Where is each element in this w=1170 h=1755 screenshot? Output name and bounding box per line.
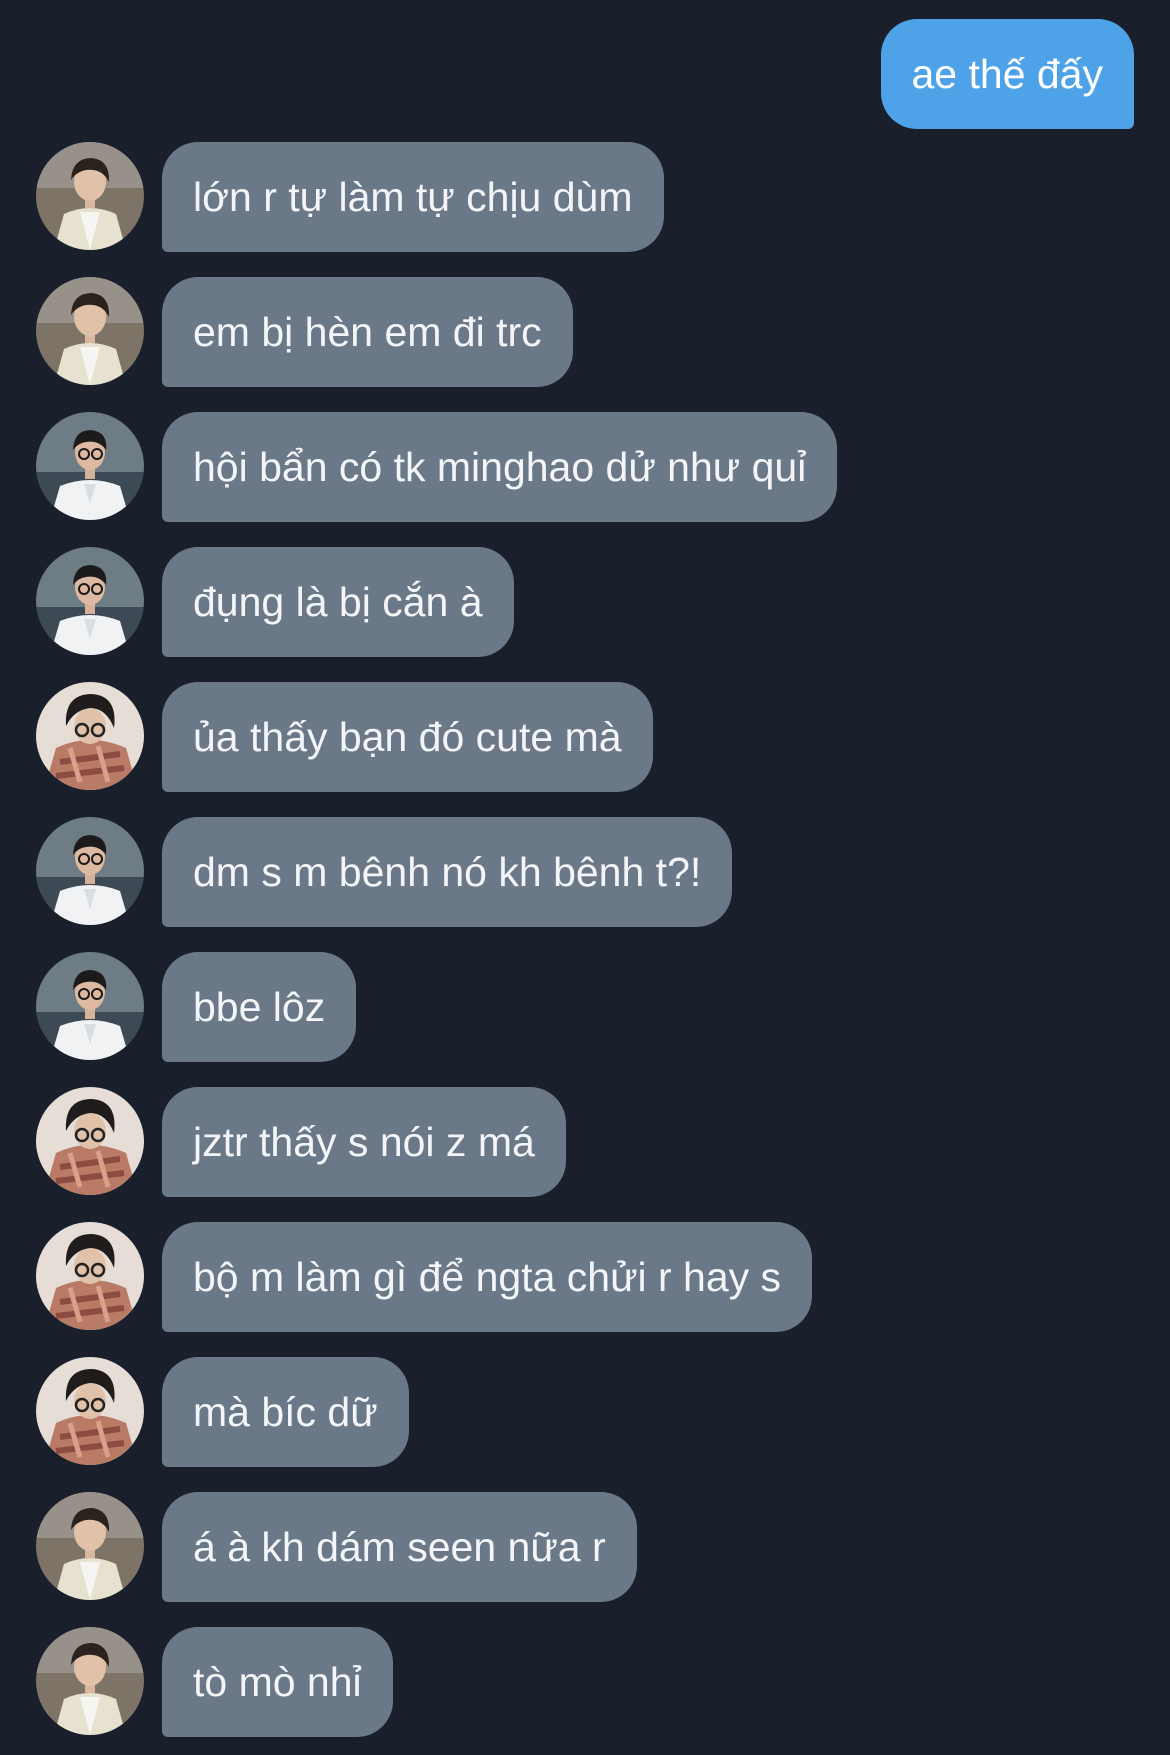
message-bubble[interactable]: ủa thấy bạn đó cute mà [162,682,653,792]
message-bubble[interactable]: lớn r tự làm tự chịu dùm [162,142,664,252]
incoming-message: jztr thấy s nói z má [0,1087,1170,1199]
message-bubble[interactable]: em bị hèn em đi trc [162,277,573,387]
incoming-message: bbe lôz [0,952,1170,1064]
incoming-message: á à kh dám seen nữa r [0,1492,1170,1604]
avatar-cardigan[interactable] [36,1492,144,1600]
incoming-message: dm s m bênh nó kh bênh t?! [0,817,1170,929]
avatar-cardigan[interactable] [36,1627,144,1735]
incoming-message: mà bíc dữ [0,1357,1170,1469]
message-bubble[interactable]: jztr thấy s nói z má [162,1087,566,1197]
incoming-message: đụng là bị cắn à [0,547,1170,659]
avatar-plaid-scarf[interactable] [36,1222,144,1330]
outgoing-bubble[interactable]: ae thế đấy [880,19,1134,129]
avatar-plaid-scarf[interactable] [36,1357,144,1465]
avatar-plaid-scarf[interactable] [36,682,144,790]
chat-thread[interactable]: ae thế đấy lớn r tự làm tự chịu dùm em b… [0,0,1170,1755]
message-bubble[interactable]: dm s m bênh nó kh bênh t?! [162,817,733,927]
incoming-message: ủa thấy bạn đó cute mà [0,682,1170,794]
avatar-white-shirt[interactable] [36,817,144,925]
avatar-cardigan[interactable] [36,142,144,250]
message-bubble[interactable]: hội bẩn có tk minghao dử như quỉ [162,412,838,522]
message-bubble[interactable]: bbe lôz [162,952,357,1062]
message-bubble[interactable]: đụng là bị cắn à [162,547,514,657]
avatar-plaid-scarf[interactable] [36,1087,144,1195]
outgoing-message: ae thế đấy [0,0,1170,129]
incoming-message: bộ m làm gì để ngta chửi r hay s [0,1222,1170,1334]
message-bubble[interactable]: tò mò nhỉ [162,1627,393,1737]
message-bubble[interactable]: bộ m làm gì để ngta chửi r hay s [162,1222,813,1332]
avatar-cardigan[interactable] [36,277,144,385]
incoming-message: lớn r tự làm tự chịu dùm [0,142,1170,254]
incoming-message: tò mò nhỉ [0,1627,1170,1739]
message-bubble[interactable]: á à kh dám seen nữa r [162,1492,637,1602]
incoming-message: hội bẩn có tk minghao dử như quỉ [0,412,1170,524]
avatar-white-shirt[interactable] [36,412,144,520]
avatar-white-shirt[interactable] [36,952,144,1060]
avatar-white-shirt[interactable] [36,547,144,655]
incoming-message: em bị hèn em đi trc [0,277,1170,389]
message-bubble[interactable]: mà bíc dữ [162,1357,409,1467]
